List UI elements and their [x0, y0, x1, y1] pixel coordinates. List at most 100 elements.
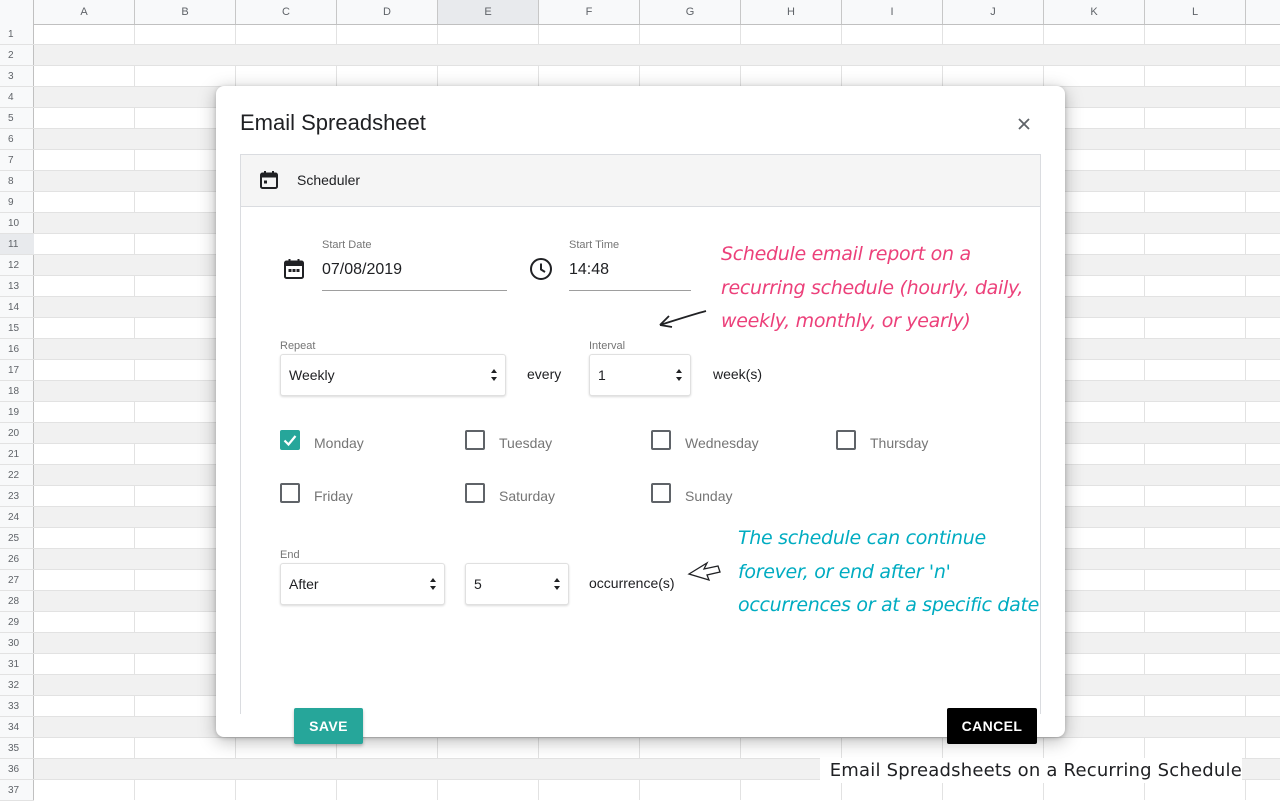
select-arrows-icon	[491, 369, 497, 381]
column-header-c[interactable]: C	[236, 0, 337, 24]
column-header-d[interactable]: D	[337, 0, 438, 24]
row-header[interactable]: 36	[0, 759, 34, 780]
dialog-title: Email Spreadsheet	[240, 110, 426, 135]
start-time-label: Start Time	[569, 239, 620, 251]
row-header[interactable]: 5	[0, 108, 34, 129]
date-picker-icon	[282, 257, 306, 286]
checkbox-tuesday[interactable]	[465, 430, 485, 450]
start-time-underline	[569, 290, 691, 291]
checkbox-monday[interactable]	[280, 430, 300, 450]
row-header[interactable]: 4	[0, 87, 34, 108]
cancel-button[interactable]: CANCEL	[947, 708, 1037, 744]
column-header-h[interactable]: H	[741, 0, 842, 24]
repeat-select[interactable]: Weekly	[280, 354, 506, 396]
column-header-l[interactable]: L	[1145, 0, 1246, 24]
row-header[interactable]: 30	[0, 633, 34, 654]
column-header-j[interactable]: J	[943, 0, 1044, 24]
row-header[interactable]: 6	[0, 129, 34, 150]
row-header[interactable]: 20	[0, 423, 34, 444]
row-header[interactable]: 14	[0, 297, 34, 318]
row-header[interactable]: 33	[0, 696, 34, 717]
schedule-annotation: Schedule email report on a recurring sch…	[721, 238, 1023, 339]
end-select[interactable]: After	[280, 563, 445, 605]
row-header[interactable]: 34	[0, 717, 34, 738]
day-label-thursday: Thursday	[870, 435, 929, 451]
annotation-line: The schedule can continue	[738, 527, 986, 549]
row-header[interactable]: 2	[0, 45, 34, 66]
column-header-g[interactable]: G	[640, 0, 741, 24]
row-header[interactable]: 17	[0, 360, 34, 381]
every-text: every	[527, 366, 562, 382]
row-header[interactable]: 1	[0, 24, 34, 45]
checkbox-friday[interactable]	[280, 483, 300, 503]
row-header[interactable]: 19	[0, 402, 34, 423]
row-header[interactable]: 7	[0, 150, 34, 171]
row-header[interactable]: 21	[0, 444, 34, 465]
annotation-line: recurring schedule (hourly, daily,	[721, 276, 1024, 299]
row-header[interactable]: 16	[0, 339, 34, 360]
start-date-input[interactable]: 07/08/2019	[322, 261, 402, 279]
email-spreadsheet-dialog: Email Spreadsheet Scheduler Start Date 0…	[216, 86, 1065, 744]
checkbox-sunday[interactable]	[651, 483, 671, 503]
interval-select-value: 1	[598, 367, 606, 383]
row-header[interactable]: 28	[0, 591, 34, 612]
day-label-tuesday: Tuesday	[499, 435, 553, 451]
row-header[interactable]: 10	[0, 213, 34, 234]
repeat-label: Repeat	[280, 340, 316, 352]
select-arrows-icon	[676, 369, 682, 381]
row-header[interactable]: 32	[0, 675, 34, 696]
row-header[interactable]: 31	[0, 654, 34, 675]
row-header[interactable]: 18	[0, 381, 34, 402]
interval-select[interactable]: 1	[589, 354, 691, 396]
column-header-f[interactable]: F	[539, 0, 640, 24]
row-header[interactable]: 11	[0, 234, 34, 255]
annotation-line: Schedule email report on a	[721, 243, 971, 265]
select-all-corner[interactable]	[0, 0, 34, 24]
calendar-icon	[259, 170, 279, 195]
row-header[interactable]: 26	[0, 549, 34, 570]
scheduler-label: Scheduler	[297, 172, 361, 188]
row-header[interactable]: 9	[0, 192, 34, 213]
select-arrows-icon	[430, 578, 436, 590]
occurrences-unit-text: occurrence(s)	[589, 575, 675, 591]
scheduler-header[interactable]: Scheduler	[241, 155, 1040, 207]
row-header[interactable]: 29	[0, 612, 34, 633]
column-header-a[interactable]: A	[34, 0, 135, 24]
close-icon[interactable]	[1014, 114, 1034, 134]
column-header-e[interactable]: E	[438, 0, 539, 24]
checkbox-saturday[interactable]	[465, 483, 485, 503]
row-header[interactable]: 35	[0, 738, 34, 759]
end-label: End	[280, 549, 300, 561]
interval-unit-text: week(s)	[713, 366, 763, 382]
row-header[interactable]: 37	[0, 780, 34, 801]
column-header-i[interactable]: I	[842, 0, 943, 24]
column-headers: ABCDEFGHIJKL	[0, 0, 1280, 25]
save-button[interactable]: SAVE	[294, 708, 363, 744]
checkbox-thursday[interactable]	[836, 430, 856, 450]
clock-icon	[529, 257, 553, 286]
checkbox-wednesday[interactable]	[651, 430, 671, 450]
column-header-k[interactable]: K	[1044, 0, 1145, 24]
row-header[interactable]: 24	[0, 507, 34, 528]
repeat-select-value: Weekly	[289, 367, 335, 383]
day-label-wednesday: Wednesday	[685, 435, 759, 451]
row-header[interactable]: 3	[0, 66, 34, 87]
row-header[interactable]: 23	[0, 486, 34, 507]
row-header[interactable]: 27	[0, 570, 34, 591]
row-header[interactable]: 22	[0, 465, 34, 486]
row-band	[34, 45, 1280, 65]
row-header[interactable]: 8	[0, 171, 34, 192]
occurrences-select[interactable]: 5	[465, 563, 569, 605]
day-label-saturday: Saturday	[499, 488, 556, 504]
occurrences-select-value: 5	[474, 576, 482, 592]
day-label-friday: Friday	[314, 488, 353, 504]
row-header[interactable]: 13	[0, 276, 34, 297]
day-label-sunday: Sunday	[685, 488, 733, 504]
start-time-input[interactable]: 14:48	[569, 261, 609, 279]
row-header[interactable]: 12	[0, 255, 34, 276]
column-header-b[interactable]: B	[135, 0, 236, 24]
row-header[interactable]: 25	[0, 528, 34, 549]
arrow-annotation-icon	[659, 310, 707, 328]
select-arrows-icon	[554, 578, 560, 590]
row-header[interactable]: 15	[0, 318, 34, 339]
